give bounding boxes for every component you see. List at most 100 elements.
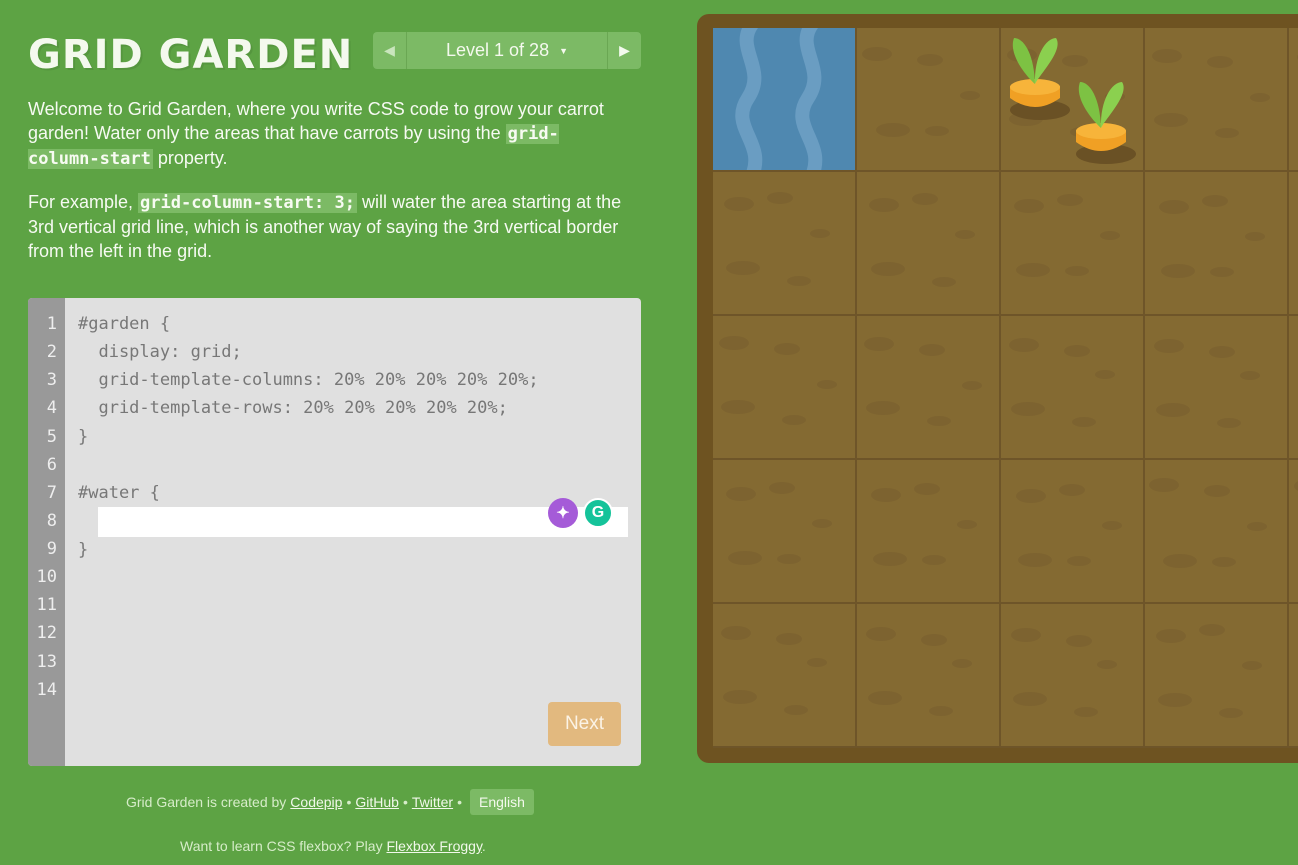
line-number: 7 [46, 483, 57, 503]
water-waves-icon [735, 28, 823, 170]
level-indicator[interactable]: Level 1 of 28 ▼ [407, 32, 607, 69]
soil-spot [1202, 195, 1228, 207]
soil-spot [869, 198, 899, 212]
soil-plot [1289, 604, 1298, 748]
soil-spot [721, 626, 751, 640]
soil-plot [1001, 316, 1145, 460]
soil-spot [914, 483, 940, 495]
separator: • [402, 794, 408, 810]
soil-spot [866, 401, 900, 415]
soil-spot [1097, 660, 1117, 669]
soil-spot [767, 192, 793, 204]
soil-plot [1145, 28, 1289, 172]
next-button[interactable]: Next [548, 702, 621, 746]
soil-spot [810, 229, 830, 238]
soil-spot [1247, 522, 1267, 531]
soil-spot [962, 381, 982, 390]
previous-level-button[interactable]: ◀ [373, 32, 407, 69]
language-button[interactable]: English [469, 789, 534, 815]
soil-plot [713, 316, 857, 460]
soil-spot [1156, 403, 1190, 417]
soil-spot [952, 659, 972, 668]
soil-spot [1215, 128, 1239, 138]
soil-plot [1289, 172, 1298, 316]
line-number: 9 [46, 539, 57, 559]
soil-plot [1001, 460, 1145, 604]
soil-spot [1016, 263, 1050, 277]
soil-spot [723, 690, 757, 704]
promo-suffix: . [481, 838, 486, 854]
soil-spot [1011, 628, 1041, 642]
soil-spot [1064, 345, 1090, 357]
soil-plot [857, 604, 1001, 748]
soil-spot [726, 261, 760, 275]
line-number: 5 [46, 427, 57, 447]
line-number: 8 [46, 511, 57, 531]
soil-plot [1001, 172, 1145, 316]
soil-spot [1242, 661, 1262, 670]
instructions-text: property. [152, 148, 228, 168]
soil-plot [1289, 28, 1298, 172]
soil-plot [1001, 604, 1145, 748]
flexbox-froggy-link[interactable]: Flexbox Froggy [386, 838, 481, 854]
soil-spot [724, 197, 754, 211]
soil-spot [721, 400, 755, 414]
instructions-paragraph-2: For example, grid-column-start: 3; will … [28, 190, 628, 263]
soil-spot [960, 91, 980, 100]
soil-spot [862, 47, 892, 61]
soil-spot [1154, 339, 1184, 353]
soil-spot [726, 487, 756, 501]
instructions-paragraph-1: Welcome to Grid Garden, where you write … [28, 97, 628, 171]
soil-spot [957, 520, 977, 529]
soil-spot [817, 380, 837, 389]
soil-spot [782, 415, 806, 425]
soil-spot [917, 54, 943, 66]
soil-plot [857, 28, 1001, 172]
soil-spot [871, 262, 905, 276]
soil-spot [787, 276, 811, 286]
promo: Want to learn CSS flexbox? Play Flexbox … [180, 838, 486, 854]
soil-spot [1210, 267, 1234, 277]
soil-spot [876, 123, 910, 137]
arrow-right-icon: ▶ [619, 42, 630, 58]
twitter-link[interactable]: Twitter [412, 794, 453, 810]
soil-spot [1072, 417, 1096, 427]
level-label: Level 1 of 28 [446, 40, 550, 60]
soil-spot [1199, 624, 1225, 636]
soil-plot [857, 316, 1001, 460]
ai-sparkle-icon[interactable]: ✦ [548, 498, 578, 528]
soil-plot [1145, 316, 1289, 460]
grammarly-icon[interactable]: G [583, 498, 613, 528]
line-number: 12 [36, 623, 57, 643]
line-number: 1 [46, 314, 57, 334]
line-number: 3 [46, 370, 57, 390]
soil-spot [807, 658, 827, 667]
soil-plot [1145, 460, 1289, 604]
soil-spot [1294, 479, 1298, 493]
soil-plot [713, 460, 857, 604]
soil-plot [713, 604, 857, 748]
soil-spot [1066, 635, 1092, 647]
codepip-link[interactable]: Codepip [290, 794, 342, 810]
soil-spot [925, 126, 949, 136]
soil-spot [1217, 418, 1241, 428]
github-link[interactable]: GitHub [355, 794, 399, 810]
soil-spot [864, 337, 894, 351]
soil-spot [1159, 200, 1189, 214]
code-line: } [78, 427, 89, 447]
line-number: 4 [46, 398, 57, 418]
soil-spot [1149, 478, 1179, 492]
soil-spot [871, 488, 901, 502]
water-area [713, 28, 855, 170]
credits: Grid Garden is created by Codepip • GitH… [126, 789, 534, 815]
soil-spot [1209, 346, 1235, 358]
soil-spot [927, 416, 951, 426]
soil-spot [1014, 199, 1044, 213]
soil-spot [1245, 232, 1265, 241]
soil-plot [1145, 604, 1289, 748]
line-number: 6 [46, 455, 57, 475]
soil-spot [868, 691, 902, 705]
next-level-button[interactable]: ▶ [607, 32, 641, 69]
soil-spot [1074, 707, 1098, 717]
soil-spot [1158, 693, 1192, 707]
